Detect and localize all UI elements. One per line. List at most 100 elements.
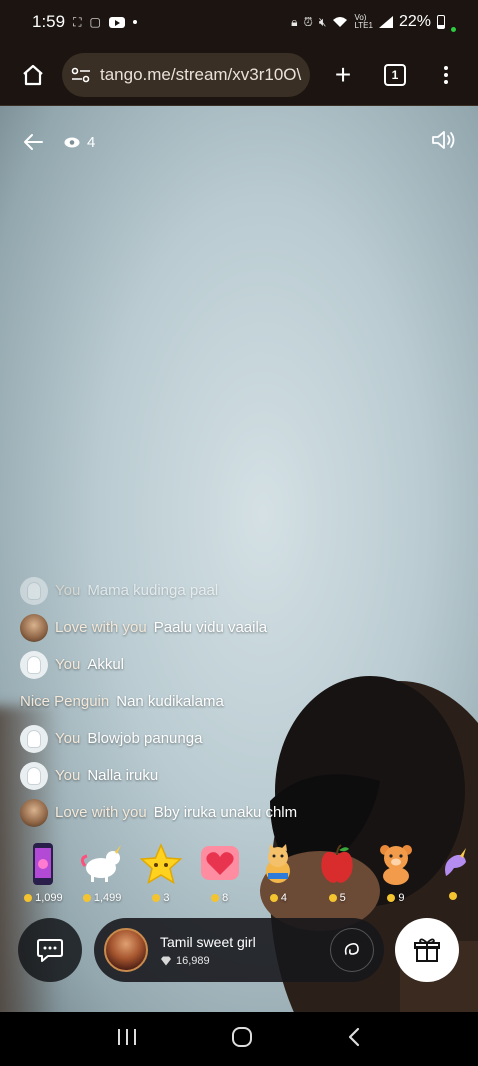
gift-item[interactable]: 5 <box>308 840 367 910</box>
gift-item[interactable]: 1,499 <box>73 840 132 910</box>
phone-gift-icon[interactable] <box>31 840 55 888</box>
gift-price-value: 9 <box>398 892 405 904</box>
gift-item[interactable]: 8 <box>190 840 249 910</box>
ghost-avatar[interactable] <box>20 761 48 790</box>
chat-feed: You Mama kudinga paal Love with you Paalu v… <box>20 572 360 831</box>
volte-icon: Vo) LTE1 <box>354 13 373 30</box>
follow-button[interactable] <box>330 928 374 972</box>
gift-item[interactable]: 1,099 <box>14 840 73 910</box>
streamer-avatar[interactable] <box>104 928 148 972</box>
chat-text: Akkul <box>87 656 124 673</box>
chat-text: Blowjob panunga <box>87 730 203 747</box>
gift-price-value: 4 <box>280 892 287 904</box>
photo-avatar[interactable] <box>20 798 48 827</box>
chat-message[interactable]: Nice Penguin Nan kudikalama <box>20 683 360 720</box>
mute-icon: 🔇︎ <box>318 14 327 29</box>
unicorn-gift-icon[interactable] <box>79 840 125 888</box>
arrow-left-icon <box>24 134 43 150</box>
diamond-icon <box>161 956 171 965</box>
site-settings-icon[interactable] <box>70 66 92 84</box>
coin-icon <box>387 894 396 902</box>
recent-apps-icon <box>118 1028 136 1045</box>
gift-price: 3 <box>152 892 169 904</box>
stream-bottom-bar: Tamil sweet girl 16,989 <box>0 918 478 982</box>
back-nav-button[interactable] <box>346 1026 362 1053</box>
ghost-avatar[interactable] <box>20 724 48 753</box>
browser-menu-button[interactable] <box>444 65 448 84</box>
battery-icon <box>437 15 445 29</box>
chat-message[interactable]: Love with you Bby iruka unaku chlm <box>20 794 360 831</box>
status-bar: 1:59 ⛶ ▢ 🔒︎ ⏰︎ 🔇︎ Vo) LTE1 22% <box>0 0 478 44</box>
streamer-profile-pill[interactable]: Tamil sweet girl 16,989 <box>94 918 384 982</box>
coin-icon <box>269 894 278 902</box>
gift-price: 1,099 <box>24 892 63 904</box>
gift-price-value: 5 <box>339 892 346 904</box>
gift-button[interactable] <box>395 918 459 982</box>
screen-record-icon: ⛶ <box>73 14 82 29</box>
gift-item[interactable]: 3 <box>132 840 191 910</box>
chat-text: Nan kudikalama <box>116 693 224 710</box>
chat-message[interactable]: You Mama kudinga paal <box>20 572 360 609</box>
tab-switcher-button[interactable]: 1 <box>384 63 406 86</box>
notification-dot-icon <box>132 20 137 24</box>
coin-icon <box>152 894 161 902</box>
gift-item[interactable] <box>425 840 478 910</box>
wifi-icon <box>333 17 348 27</box>
star-gift-icon[interactable] <box>139 840 183 888</box>
chat-username[interactable]: You <box>55 582 80 599</box>
coin-icon <box>211 894 220 902</box>
screenshot-icon: ▢ <box>89 15 101 29</box>
coin-icon <box>328 894 337 902</box>
chat-username[interactable]: You <box>55 730 80 747</box>
gift-price: 5 <box>328 892 346 904</box>
viewer-count: 4 <box>87 133 96 151</box>
chat-username[interactable]: You <box>55 656 80 673</box>
lock-icon: 🔒︎ <box>291 14 298 29</box>
gift-price-value: 1,099 <box>35 892 63 904</box>
coin-icon <box>82 894 91 902</box>
sound-toggle-button[interactable] <box>430 129 458 156</box>
gift-item[interactable]: 4 <box>249 840 308 910</box>
gift-price-value: 3 <box>163 892 170 904</box>
chat-username[interactable]: Nice Penguin <box>20 693 109 710</box>
chat-button[interactable] <box>18 918 82 982</box>
chat-bubble-icon <box>37 939 63 962</box>
chat-message[interactable]: You Nalla iruku <box>20 757 360 794</box>
address-bar[interactable]: tango.me/stream/xv3r10O\ <box>62 52 310 97</box>
apple-gift-icon[interactable] <box>318 840 356 888</box>
photo-avatar[interactable] <box>20 613 48 642</box>
back-button[interactable] <box>20 129 46 155</box>
home-button[interactable] <box>16 58 50 92</box>
home-nav-button[interactable] <box>230 1025 254 1054</box>
alarm-icon: ⏰︎ <box>303 14 313 29</box>
quick-gift-bar: 1,099 1,499 3 8 4 5 9 <box>14 840 478 910</box>
chat-username[interactable]: Love with you <box>55 619 147 636</box>
gift-price: 1,499 <box>82 892 121 904</box>
ghost-avatar[interactable] <box>20 650 48 679</box>
speaker-icon <box>432 130 455 149</box>
follow-icon <box>344 943 359 955</box>
url-text: tango.me/stream/xv3r10O\ <box>100 64 302 84</box>
coin-icon <box>449 892 458 900</box>
live-stream-view[interactable]: 4 You Mama kudinga paal Love with you Paalu… <box>0 106 478 1012</box>
chat-text: Bby iruka unaku chlm <box>153 804 298 821</box>
gift-item[interactable]: 9 <box>367 840 426 910</box>
tab-count: 1 <box>391 67 399 82</box>
heart-gift-icon[interactable] <box>199 840 241 888</box>
chat-message[interactable]: You Akkul <box>20 646 360 683</box>
chat-username[interactable]: Love with you <box>55 804 147 821</box>
chat-username[interactable]: You <box>55 767 80 784</box>
youtube-icon <box>108 16 125 28</box>
ghost-avatar[interactable] <box>20 576 48 605</box>
stream-top-controls: 4 <box>0 126 478 158</box>
streamer-diamonds: 16,989 <box>160 955 256 967</box>
unicorn-small-gift-icon[interactable] <box>440 840 470 888</box>
chat-message[interactable]: You Blowjob panunga <box>20 720 360 757</box>
coin-icon <box>24 894 33 902</box>
cat-gift-icon[interactable] <box>260 840 296 888</box>
gift-price: 4 <box>269 892 287 904</box>
recent-apps-button[interactable] <box>116 1027 138 1052</box>
teddy-gift-icon[interactable] <box>377 840 415 888</box>
new-tab-button[interactable]: + <box>328 60 358 89</box>
chat-message[interactable]: Love with you Paalu vidu vaaila <box>20 609 360 646</box>
